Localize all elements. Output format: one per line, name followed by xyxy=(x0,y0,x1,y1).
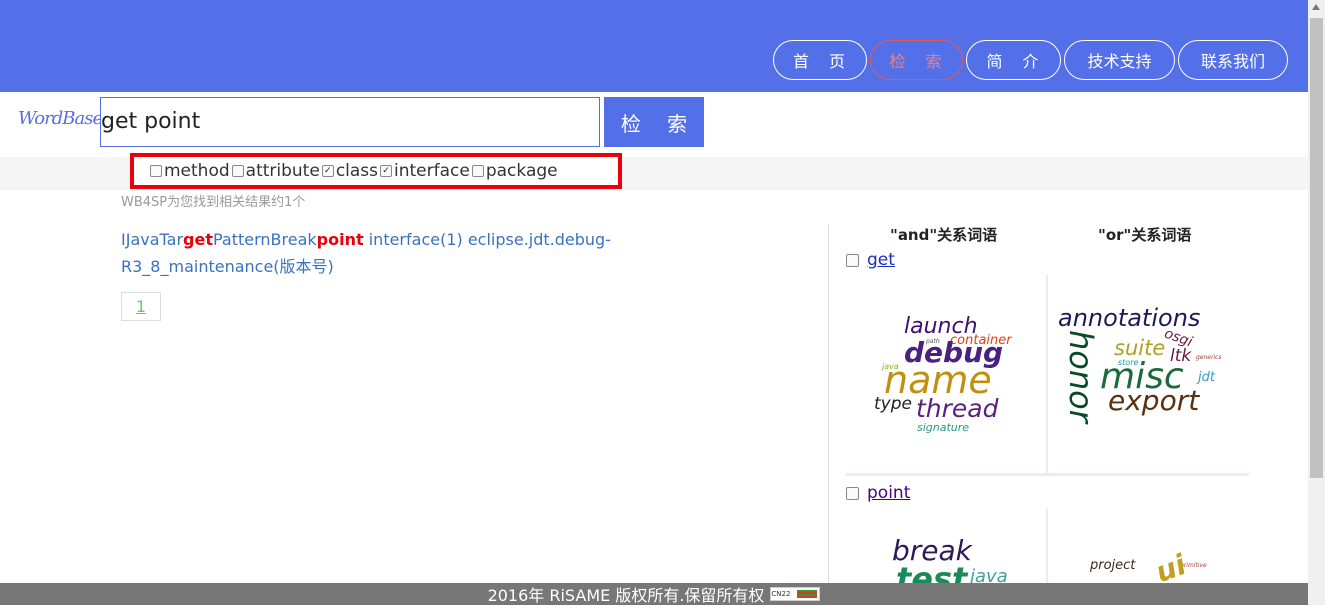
checkbox-get[interactable] xyxy=(846,253,859,267)
filter-method-label: method xyxy=(164,161,230,181)
cloud-word: type xyxy=(874,394,912,414)
cloud-word: store xyxy=(1118,358,1139,367)
filter-package[interactable]: package xyxy=(471,161,558,181)
cloud-word: signature xyxy=(917,421,970,434)
cloud-word: honor xyxy=(1062,330,1100,423)
search-button-label: 检 索 xyxy=(620,111,698,136)
nav-contact[interactable]: 联系我们 xyxy=(1178,40,1288,80)
footer: 2016年 RiSAME 版权所有.保留所有权 CN22 xyxy=(0,583,1308,605)
checkbox-attribute[interactable] xyxy=(231,165,244,177)
checkbox-method[interactable] xyxy=(150,165,162,177)
filter-method[interactable]: method xyxy=(150,161,230,181)
cloud-word: export xyxy=(1108,384,1200,417)
term-separator xyxy=(846,473,1249,476)
cloud-word: thread xyxy=(916,394,999,423)
copyright-text: 2016年 RiSAME 版权所有.保留所有权 xyxy=(487,586,765,605)
cloud-word: generics xyxy=(1196,354,1222,361)
term-get[interactable]: get xyxy=(846,250,895,270)
cloud-word: annotations xyxy=(1058,304,1201,332)
result-item[interactable]: IJavaTargetPatternBreakpoint interface(1… xyxy=(121,226,641,280)
search-input[interactable]: get point xyxy=(100,97,600,147)
vertical-scrollbar[interactable] xyxy=(1308,0,1325,605)
filter-package-label: package xyxy=(485,161,558,181)
word-cloud-or-get: annotations osgi suite ltk generics hono… xyxy=(1056,300,1256,490)
scrollbar-thumb[interactable] xyxy=(1310,18,1323,478)
nav-search-label: 检 索 xyxy=(889,52,944,71)
or-header: "or"关系词语 xyxy=(1098,226,1192,244)
pagination-page-1[interactable]: 1 xyxy=(121,292,161,321)
nav-support[interactable]: 技术支持 xyxy=(1064,40,1175,80)
nav-intro-label: 简 介 xyxy=(986,52,1041,71)
cloud-word: ui xyxy=(1151,547,1191,583)
result-highlight: point xyxy=(316,230,364,249)
cloud-word: test xyxy=(896,560,968,583)
result-text: PatternBreak xyxy=(212,230,317,249)
word-cloud-and-get: launch container path debug java name ty… xyxy=(862,300,1062,490)
search-button[interactable]: 检 索 xyxy=(604,97,704,147)
nav-contact-label: 联系我们 xyxy=(1200,52,1265,71)
and-header: "and"关系词语 xyxy=(890,226,998,244)
filter-class-label: class xyxy=(335,161,379,181)
filter-attribute[interactable]: attribute xyxy=(231,161,320,181)
result-count: WB4SP为您找到相关结果约1个 xyxy=(121,195,306,210)
word-cloud-or-point: project primitive ui xyxy=(1056,530,1256,583)
nav-intro[interactable]: 简 介 xyxy=(966,40,1061,80)
logo[interactable]: WordBase4SP xyxy=(18,108,102,144)
nav-home[interactable]: 首 页 xyxy=(773,40,867,80)
scroll-up-icon[interactable] xyxy=(1312,4,1320,10)
sidebar-divider xyxy=(828,224,829,584)
checkbox-point[interactable] xyxy=(846,486,859,500)
filter-interface[interactable]: ✓ interface xyxy=(380,161,470,181)
nav-home-label: 首 页 xyxy=(792,52,847,71)
filter-interface-label: interface xyxy=(394,161,470,181)
word-cloud-and-point: break test java xyxy=(862,530,1062,583)
cloud-word: jdt xyxy=(1198,370,1215,385)
filter-attribute-label: attribute xyxy=(245,161,320,181)
filter-options: method attribute ✓ class ✓ interface packa… xyxy=(130,153,622,189)
result-text: IJavaTar xyxy=(121,230,184,249)
cnzz-badge[interactable]: CN22 xyxy=(770,587,821,601)
term-get-link[interactable]: get xyxy=(867,250,895,270)
checkbox-package[interactable] xyxy=(471,165,484,177)
result-highlight: get xyxy=(183,230,213,249)
checkbox-interface[interactable]: ✓ xyxy=(380,165,393,177)
nav-support-label: 技术支持 xyxy=(1087,52,1152,71)
nav-search[interactable]: 检 索 xyxy=(870,40,963,80)
filter-class[interactable]: ✓ class xyxy=(321,161,379,181)
term-point-link[interactable]: point xyxy=(867,483,910,503)
term-point[interactable]: point xyxy=(846,483,910,503)
badge-label: CN22 xyxy=(771,590,791,598)
checkbox-class[interactable]: ✓ xyxy=(321,165,334,177)
cloud-word: java xyxy=(970,566,1008,583)
cloud-word: project xyxy=(1090,558,1136,573)
